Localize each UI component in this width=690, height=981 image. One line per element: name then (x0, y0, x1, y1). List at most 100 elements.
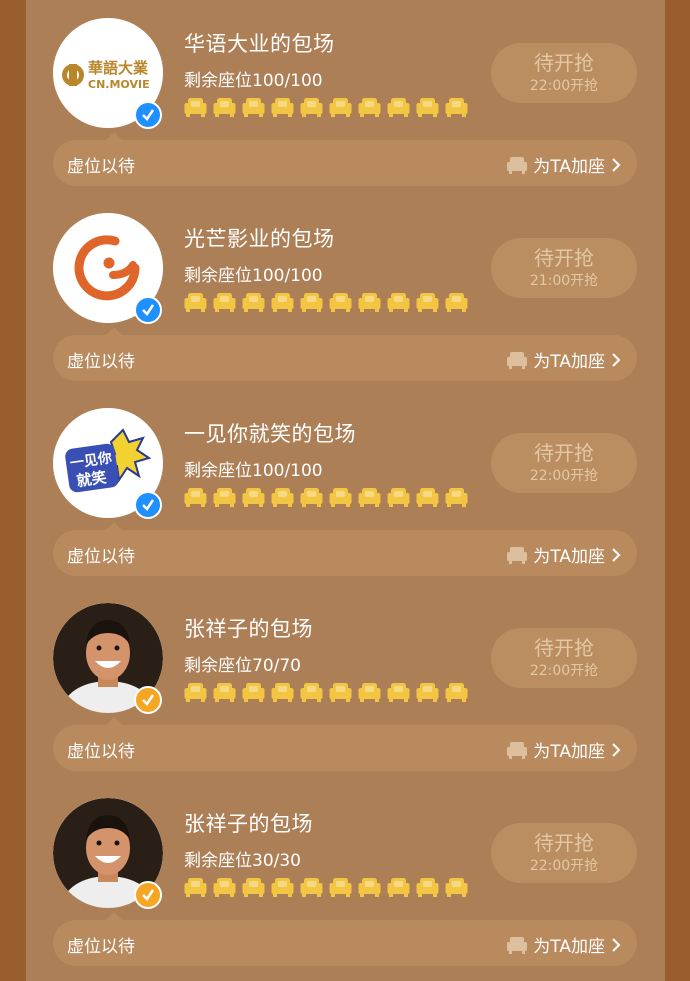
start-time: 22:00开抢 (529, 78, 599, 94)
seat-icon (184, 877, 207, 897)
seat-icon (387, 97, 410, 117)
vacant-label: 虚位以待 (67, 352, 135, 372)
seat-icon (358, 877, 381, 897)
seat-icon (242, 97, 265, 117)
seat-icon (416, 97, 439, 117)
seat-icon (213, 487, 236, 507)
add-seat-link[interactable]: 为TA加座 (506, 737, 621, 762)
seat-row (184, 97, 468, 117)
seat-icon (445, 682, 468, 702)
grab-button[interactable]: 待开抢 22:00开抢 (491, 433, 637, 493)
seat-icon (329, 877, 352, 897)
seat-icon (445, 877, 468, 897)
add-seat-bar: 虚位以待 为TA加座 (53, 522, 637, 576)
sofa-icon (507, 156, 528, 174)
grab-button[interactable]: 待开抢 22:00开抢 (491, 628, 637, 688)
seat-icon (271, 97, 294, 117)
add-seat-bar: 虚位以待 为TA加座 (53, 717, 637, 771)
grab-button-label: 待开抢 (534, 441, 594, 465)
seat-icon (329, 682, 352, 702)
add-seat-bar: 虚位以待 为TA加座 (53, 132, 637, 186)
grab-button-label: 待开抢 (534, 831, 594, 855)
grab-button-label: 待开抢 (534, 51, 594, 75)
seat-icon (300, 292, 323, 312)
screening-card: 光芒影业的包场 剩余座位100/100 待开抢 21:00开抢 虚位以待 为TA… (26, 195, 665, 390)
seat-icon (300, 97, 323, 117)
seat-icon (242, 877, 265, 897)
seat-icon (445, 292, 468, 312)
verified-badge-icon (134, 101, 162, 129)
remaining-seats: 剩余座位100/100 (184, 461, 323, 481)
seat-icon (242, 682, 265, 702)
seat-icon (416, 877, 439, 897)
seat-icon (184, 97, 207, 117)
seat-icon (387, 487, 410, 507)
vacant-label: 虚位以待 (67, 157, 135, 177)
seat-icon (213, 877, 236, 897)
seat-icon (184, 682, 207, 702)
start-time: 22:00开抢 (529, 663, 599, 679)
start-time: 21:00开抢 (529, 273, 599, 289)
card-title: 张祥子的包场 (184, 617, 313, 641)
grab-button[interactable]: 待开抢 22:00开抢 (491, 43, 637, 103)
chevron-right-icon (612, 157, 621, 172)
seat-icon (213, 682, 236, 702)
seat-icon (300, 877, 323, 897)
start-time: 22:00开抢 (529, 468, 599, 484)
seat-icon (358, 487, 381, 507)
seat-icon (184, 487, 207, 507)
card-title: 华语大业的包场 (184, 32, 335, 56)
seat-icon (329, 97, 352, 117)
sofa-icon (507, 546, 528, 564)
add-seat-label: 为TA加座 (533, 937, 605, 957)
sofa-icon (507, 936, 528, 954)
seat-icon (300, 682, 323, 702)
seat-icon (300, 487, 323, 507)
vacant-label: 虚位以待 (67, 547, 135, 567)
seat-icon (271, 292, 294, 312)
verified-badge-icon (134, 296, 162, 324)
add-seat-link[interactable]: 为TA加座 (506, 542, 621, 567)
seat-icon (416, 682, 439, 702)
screening-card: 张祥子的包场 剩余座位30/30 待开抢 22:00开抢 虚位以待 为TA加座 (26, 780, 665, 975)
sofa-icon (507, 351, 528, 369)
seat-icon (445, 487, 468, 507)
card-title: 光芒影业的包场 (184, 227, 335, 251)
add-seat-label: 为TA加座 (533, 742, 605, 762)
seat-icon (358, 97, 381, 117)
remaining-seats: 剩余座位100/100 (184, 266, 323, 286)
verified-badge-icon (134, 491, 162, 519)
chevron-right-icon (612, 352, 621, 367)
grab-button[interactable]: 待开抢 21:00开抢 (491, 238, 637, 298)
seat-icon (416, 292, 439, 312)
seat-row (184, 877, 468, 897)
seat-icon (213, 292, 236, 312)
seat-icon (358, 292, 381, 312)
seat-icon (387, 682, 410, 702)
add-seat-link[interactable]: 为TA加座 (506, 347, 621, 372)
sofa-icon (507, 741, 528, 759)
seat-icon (387, 877, 410, 897)
start-time: 22:00开抢 (529, 858, 599, 874)
add-seat-link[interactable]: 为TA加座 (506, 932, 621, 957)
seat-icon (445, 97, 468, 117)
seat-row (184, 682, 468, 702)
add-seat-label: 为TA加座 (533, 157, 605, 177)
seat-icon (416, 487, 439, 507)
seat-icon (271, 487, 294, 507)
seat-icon (271, 682, 294, 702)
verified-badge-icon (134, 881, 162, 909)
seat-icon (329, 487, 352, 507)
logo-text-cn: 華語大業 (88, 59, 149, 77)
seat-icon (242, 487, 265, 507)
chevron-right-icon (612, 937, 621, 952)
seat-icon (213, 97, 236, 117)
seat-row (184, 487, 468, 507)
add-seat-label: 为TA加座 (533, 352, 605, 372)
remaining-seats: 剩余座位30/30 (184, 851, 301, 871)
add-seat-link[interactable]: 为TA加座 (506, 152, 621, 177)
add-seat-bar: 虚位以待 为TA加座 (53, 912, 637, 966)
grab-button[interactable]: 待开抢 22:00开抢 (491, 823, 637, 883)
logo-text-en: CN.MOVIE (88, 78, 150, 91)
screening-card: 華語大業 CN.MOVIE 华语大业的包场 剩余座位100/100 待开抢 22… (26, 0, 665, 195)
